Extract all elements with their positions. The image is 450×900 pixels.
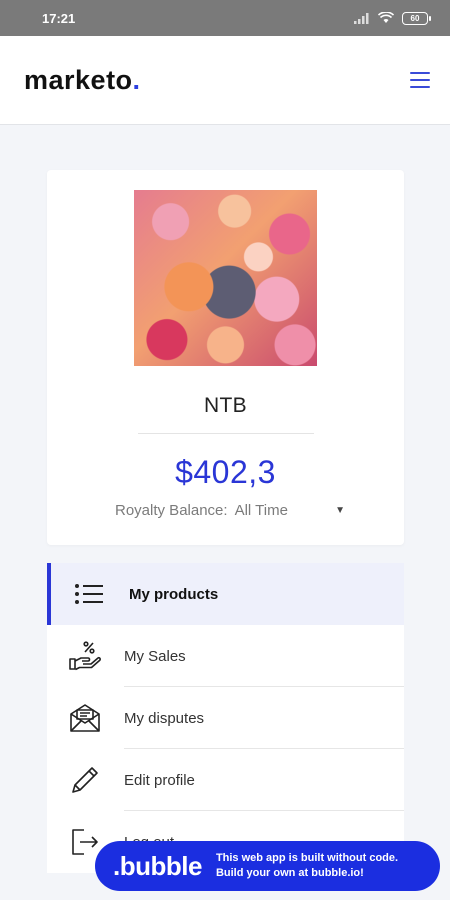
profile-card: NTB $402,3 Royalty Balance: All Time ▼ [47, 170, 404, 545]
nav-item-my-sales[interactable]: My Sales [47, 625, 404, 687]
profile-nav-list: My products My Sales My disputes Edit pr… [47, 563, 404, 873]
battery-level: 60 [410, 13, 420, 23]
bubble-logo: .bubble [113, 850, 202, 881]
bubble-text-line1: This web app is built without code. [215, 852, 399, 864]
pencil-icon [69, 764, 101, 796]
balance-row: Royalty Balance: All Time ▼ [115, 500, 345, 520]
profile-avatar [134, 190, 317, 366]
bubble-text: This web app is built without code. Buil… [216, 851, 398, 881]
signal-icon [354, 13, 369, 24]
battery-icon: 60 [402, 11, 431, 25]
hamburger-menu-icon[interactable] [410, 72, 430, 88]
app-header: marketo. [0, 36, 450, 125]
nav-label-edit-profile: Edit profile [124, 771, 195, 789]
nav-label-my-products: My products [129, 585, 219, 603]
status-time: 17:21 [42, 10, 76, 26]
logo-dot: . [132, 64, 141, 95]
status-icons: 60 [354, 11, 431, 25]
wifi-icon [378, 12, 394, 23]
envelope-icon [69, 702, 101, 734]
balance-amount: $402,3 [175, 454, 276, 490]
list-icon [73, 578, 105, 610]
balance-period-value: All Time [234, 501, 288, 519]
bubble-badge[interactable]: .bubble This web app is built without co… [95, 841, 440, 891]
logo-text: marketo [24, 64, 133, 95]
profile-name: NTB [204, 394, 247, 417]
menu-line [410, 72, 430, 74]
status-bar: 17:21 60 [0, 0, 450, 36]
dropdown-caret-icon: ▼ [335, 504, 345, 516]
nav-item-edit-profile[interactable]: Edit profile [47, 749, 404, 811]
nav-label-my-sales: My Sales [124, 647, 186, 665]
hand-percent-icon [69, 640, 101, 672]
menu-line [410, 79, 430, 81]
balance-label: Royalty Balance: [115, 501, 228, 519]
logout-icon [69, 826, 101, 858]
bubble-text-line2: Build your own at bubble.io! [215, 867, 364, 879]
nav-item-my-disputes[interactable]: My disputes [47, 687, 404, 749]
nav-label-my-disputes: My disputes [124, 709, 205, 727]
app-logo[interactable]: marketo. [24, 65, 141, 96]
name-divider [138, 433, 314, 434]
nav-item-my-products[interactable]: My products [47, 563, 404, 625]
menu-line [410, 86, 430, 88]
balance-period-dropdown[interactable]: All Time ▼ [235, 502, 345, 519]
